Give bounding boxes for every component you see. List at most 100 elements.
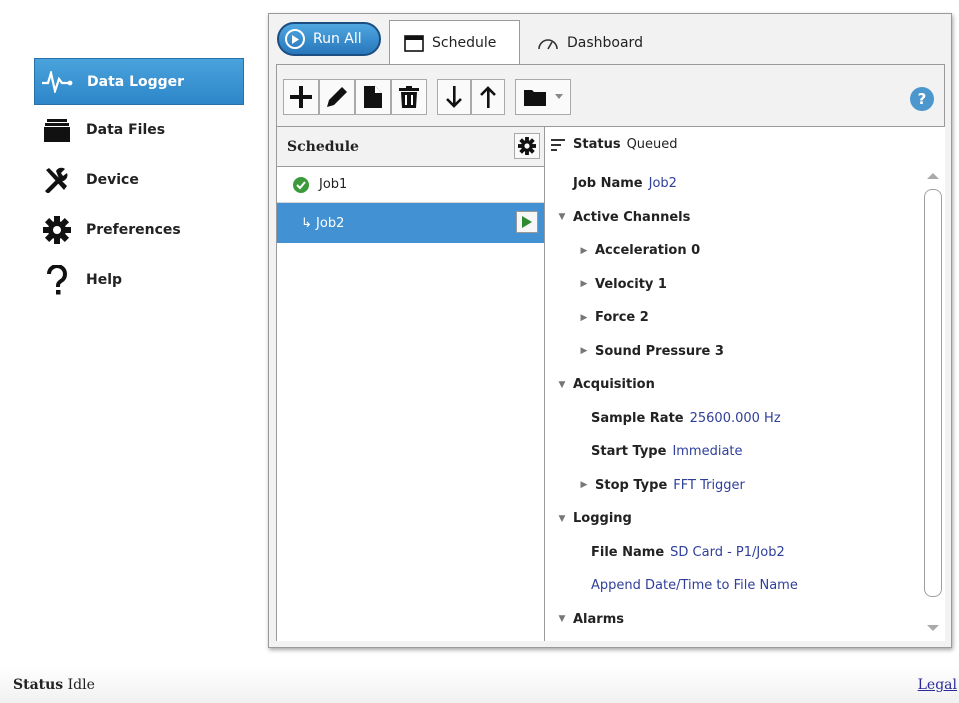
sidebar-item-label: Device <box>86 172 139 188</box>
folder-icon <box>524 90 546 106</box>
tools-icon <box>40 165 74 195</box>
active-channels-label: Active Channels <box>573 209 691 225</box>
properties-scrollbar[interactable] <box>923 165 943 637</box>
channel-node[interactable]: ▶ Sound Pressure 3 <box>551 335 921 369</box>
sidebar-item-label: Help <box>86 272 123 288</box>
status-bar: Status Idle Legal <box>0 665 959 703</box>
trash-icon <box>399 86 419 108</box>
folder-menu-button[interactable] <box>515 79 571 115</box>
job-properties: Status Queued Job Name Job2 ▼ Active Cha… <box>545 127 945 641</box>
gauge-icon <box>538 38 558 49</box>
app-status: Status Idle <box>13 677 95 693</box>
sample-rate-value[interactable]: 25600.000 Hz <box>690 411 781 426</box>
active-channels-node[interactable]: ▼ Active Channels <box>551 201 921 235</box>
file-name-value[interactable]: SD Card - P1/Job2 <box>670 545 785 560</box>
acquisition-node[interactable]: ▼ Acquisition <box>551 368 921 402</box>
schedule-settings-button[interactable] <box>514 133 540 159</box>
plus-icon <box>290 86 312 108</box>
schedule-header: Schedule <box>277 127 544 167</box>
schedule-content: ? Schedule Job1 ↳ Job2 Status Queued Job… <box>276 64 945 641</box>
help-button[interactable]: ? <box>910 87 934 111</box>
tab-schedule[interactable]: Schedule <box>389 20 520 65</box>
run-all-label: Run All <box>313 31 362 47</box>
scrollbar-thumb[interactable] <box>924 189 942 597</box>
alarms-label: Alarms <box>573 611 624 627</box>
tab-bar: Run All Schedule Dashboard <box>269 14 951 65</box>
data-logger-panel: Run All Schedule Dashboard ? Schedule Jo… <box>268 13 952 648</box>
stop-type-value[interactable]: FFT Trigger <box>673 478 745 493</box>
start-type-row: Start Type Immediate <box>551 435 921 469</box>
status-value: Queued <box>626 137 678 152</box>
alarms-node[interactable]: ▼ Alarms <box>551 603 921 637</box>
waveform-icon <box>41 67 75 97</box>
sample-rate-row: Sample Rate 25600.000 Hz <box>551 402 921 436</box>
toolbar: ? <box>277 65 944 127</box>
caret-right-icon: ▶ <box>580 480 588 491</box>
app-status-label: Status <box>13 677 64 693</box>
channel-node[interactable]: ▶ Force 2 <box>551 301 921 335</box>
sidebar-item-device[interactable]: Device <box>34 155 244 205</box>
schedule-list: Schedule Job1 ↳ Job2 <box>277 127 545 641</box>
sidebar-item-label: Data Files <box>86 122 166 138</box>
run-all-button[interactable]: Run All <box>277 22 381 56</box>
channel-label: Velocity 1 <box>595 276 667 292</box>
caret-down-icon: ▼ <box>558 379 566 390</box>
check-circle-icon <box>293 176 309 193</box>
logging-node[interactable]: ▼ Logging <box>551 502 921 536</box>
schedule-header-label: Schedule <box>287 138 359 155</box>
append-datetime-row[interactable]: Append Date/Time to File Name <box>551 569 921 603</box>
tab-label: Schedule <box>432 35 497 51</box>
channel-node[interactable]: ▶ Velocity 1 <box>551 268 921 302</box>
legal-link[interactable]: Legal <box>918 677 957 693</box>
caret-right-icon: ▶ <box>580 312 588 323</box>
sidebar-item-help[interactable]: Help <box>34 255 244 305</box>
edit-button[interactable] <box>319 79 355 115</box>
arrow-down-icon <box>446 86 462 108</box>
status-label: Status <box>573 137 621 152</box>
channel-node[interactable]: ▶ Acceleration 0 <box>551 234 921 268</box>
channel-label: Force 2 <box>595 310 649 326</box>
job-status: Status Queued <box>551 137 678 152</box>
chevron-down-icon <box>555 94 563 99</box>
job-row-job2[interactable]: ↳ Job2 <box>277 203 544 243</box>
caret-right-icon: ▶ <box>580 279 588 290</box>
gear-icon <box>518 137 536 155</box>
move-down-button[interactable] <box>437 79 471 115</box>
caret-down-icon: ▼ <box>558 614 566 625</box>
duplicate-button[interactable] <box>355 79 391 115</box>
delete-button[interactable] <box>391 79 427 115</box>
tab-dashboard[interactable]: Dashboard <box>537 20 677 65</box>
job-name-row: Job Name Job2 <box>551 167 921 201</box>
sort-lines-icon <box>551 138 565 151</box>
caret-down-icon: ▼ <box>558 212 566 223</box>
sidebar-item-label: Preferences <box>86 222 181 238</box>
scroll-down-icon[interactable] <box>927 625 939 631</box>
app-status-value: Idle <box>67 677 95 693</box>
scroll-up-icon[interactable] <box>927 173 939 179</box>
file-name-label: File Name <box>591 544 665 560</box>
acquisition-label: Acquisition <box>573 377 655 393</box>
file-name-row: File Name SD Card - P1/Job2 <box>551 536 921 570</box>
caret-down-icon: ▼ <box>558 513 566 524</box>
sidebar-item-data-logger[interactable]: Data Logger <box>34 58 244 105</box>
channel-label: Sound Pressure 3 <box>595 343 724 359</box>
tab-label: Dashboard <box>567 34 643 51</box>
play-icon <box>522 216 532 228</box>
play-icon <box>285 29 305 49</box>
run-job-button[interactable] <box>516 211 538 233</box>
move-up-button[interactable] <box>471 79 505 115</box>
stop-type-node[interactable]: ▶ Stop Type FFT Trigger <box>551 469 921 503</box>
start-type-value[interactable]: Immediate <box>672 444 742 459</box>
start-type-label: Start Type <box>591 444 667 460</box>
calendar-icon <box>404 35 424 52</box>
sidebar-item-data-files[interactable]: Data Files <box>34 105 244 155</box>
caret-right-icon: ▶ <box>580 245 588 256</box>
file-drawer-icon <box>40 115 74 145</box>
job-name-value[interactable]: Job2 <box>649 176 677 191</box>
question-icon <box>40 265 74 295</box>
sidebar-item-label: Data Logger <box>87 73 185 90</box>
job-row-job1[interactable]: Job1 <box>277 167 544 203</box>
sidebar-item-preferences[interactable]: Preferences <box>34 205 244 255</box>
caret-right-icon: ▶ <box>580 346 588 357</box>
add-button[interactable] <box>283 79 319 115</box>
